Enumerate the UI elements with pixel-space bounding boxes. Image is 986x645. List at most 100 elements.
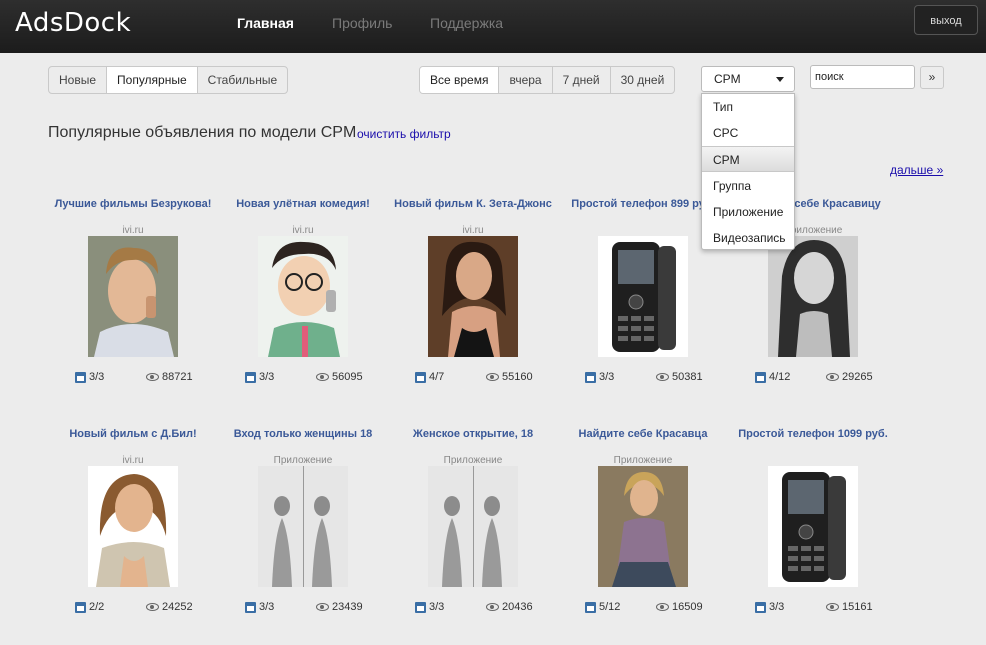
ad-image[interactable] [768, 236, 858, 357]
ad-views-value: 23439 [332, 601, 363, 613]
nav-home[interactable]: Главная [237, 15, 294, 31]
ad-image[interactable] [598, 236, 688, 357]
calendar-icon [415, 601, 426, 613]
chevron-down-icon [776, 77, 784, 82]
period-yesterday-button[interactable]: вчера [499, 67, 553, 93]
calendar-icon [755, 601, 766, 613]
eye-icon [656, 373, 669, 381]
ad-card[interactable]: Новая улётная комедия! ivi.ru 3/3 56095 [223, 198, 383, 413]
ad-count: 3/3 [585, 370, 614, 384]
ad-count-value: 3/3 [599, 371, 615, 383]
search-input[interactable] [810, 65, 915, 89]
eye-icon [826, 603, 839, 611]
period-30days-button[interactable]: 30 дней [611, 67, 675, 93]
calendar-icon [755, 371, 766, 383]
ad-views: 20436 [486, 600, 533, 614]
calendar-icon [585, 371, 596, 383]
ad-count: 4/7 [415, 370, 444, 384]
ad-source: ivi.ru [122, 455, 144, 466]
ad-title[interactable]: Найдите себе Красавца [563, 428, 723, 441]
ad-title[interactable]: Простой телефон 899 руб. [563, 198, 723, 211]
ad-card[interactable]: Найдите себе Красавца Приложение 5/12 16… [563, 428, 723, 643]
ad-title[interactable]: Простой телефон 1099 руб. [733, 428, 893, 441]
ad-card[interactable]: Женское открытие, 18 Приложение 3/3 2043… [393, 428, 553, 643]
sort-new-button[interactable]: Новые [49, 67, 108, 93]
sort-tabs: Новые Популярные Стабильные [48, 66, 289, 94]
period-tabs: Все время вчера 7 дней 30 дней [419, 66, 676, 94]
model-select[interactable]: CPM [701, 66, 795, 92]
ad-title[interactable]: Новая улётная комедия! [223, 198, 383, 211]
next-page-link[interactable]: дальше » [890, 163, 943, 177]
ad-title[interactable]: Новый фильм с Д.Бил! [53, 428, 213, 441]
ad-card[interactable]: Простой телефон 1099 руб. 3/3 15161 [733, 428, 893, 643]
ad-image[interactable] [428, 236, 518, 357]
ad-card[interactable]: Лучшие фильмы Безрукова! ivi.ru 3/3 8872… [53, 198, 213, 413]
clear-filter-link[interactable]: очистить фильтр [357, 127, 451, 141]
ad-title[interactable]: Лучшие фильмы Безрукова! [53, 198, 213, 211]
eye-icon [316, 603, 329, 611]
model-option-app[interactable]: Приложение [702, 199, 794, 225]
ad-image[interactable] [258, 466, 348, 587]
model-option-cpm[interactable]: CPM [702, 146, 794, 172]
ad-views-value: 20436 [502, 601, 533, 613]
search-button[interactable]: » [920, 66, 944, 89]
ad-views: 24252 [146, 600, 193, 614]
ad-views-value: 24252 [162, 601, 193, 613]
ad-count-value: 5/12 [599, 601, 621, 613]
model-option-type[interactable]: Тип [702, 94, 794, 120]
ad-count-value: 2/2 [89, 601, 105, 613]
ad-count: 3/3 [75, 370, 104, 384]
nav-profile[interactable]: Профиль [332, 15, 392, 31]
ad-views: 29265 [826, 370, 873, 384]
ad-source: Приложение [443, 455, 503, 466]
ad-views: 50381 [656, 370, 703, 384]
ad-count-value: 4/12 [769, 371, 791, 383]
ad-count-value: 4/7 [429, 371, 445, 383]
ad-image[interactable] [88, 466, 178, 587]
model-dropdown-menu: Тип CPC CPM Группа Приложение Видеозапис… [701, 93, 795, 250]
ad-count-value: 3/3 [769, 601, 785, 613]
period-all-button[interactable]: Все время [420, 67, 500, 93]
ad-image[interactable] [88, 236, 178, 357]
ad-source: ivi.ru [122, 225, 144, 236]
eye-icon [146, 603, 159, 611]
ad-card[interactable]: Новый фильм с Д.Бил! ivi.ru 2/2 24252 [53, 428, 213, 643]
ad-image[interactable] [598, 466, 688, 587]
ad-views-value: 88721 [162, 371, 193, 383]
ad-count-value: 3/3 [259, 371, 275, 383]
eye-icon [146, 373, 159, 381]
ad-card[interactable]: Вход только женщины 18 Приложение 3/3 23… [223, 428, 383, 643]
model-option-cpc[interactable]: CPC [702, 120, 794, 146]
ad-count-value: 3/3 [429, 601, 445, 613]
sort-popular-button[interactable]: Популярные [107, 67, 198, 93]
nav-support[interactable]: Поддержка [430, 15, 503, 31]
ad-views: 16509 [656, 600, 703, 614]
ad-image[interactable] [258, 236, 348, 357]
eye-icon [316, 373, 329, 381]
calendar-icon [75, 601, 86, 613]
ad-title[interactable]: Новый фильм К. Зета-Джонс [393, 198, 553, 211]
ad-card[interactable]: Простой телефон 899 руб. 3/3 50381 [563, 198, 723, 413]
ad-title[interactable]: Женское открытие, 18 [393, 428, 553, 441]
ad-image[interactable] [428, 466, 518, 587]
ad-title[interactable]: Вход только женщины 18 [223, 428, 383, 441]
ad-count: 3/3 [245, 370, 274, 384]
ad-card[interactable]: Новый фильм К. Зета-Джонс ivi.ru 4/7 551… [393, 198, 553, 413]
brand-logo[interactable]: AdsDock [15, 8, 131, 38]
ad-image[interactable] [768, 466, 858, 587]
model-select-value: CPM [714, 72, 741, 86]
ad-count: 3/3 [245, 600, 274, 614]
model-option-video[interactable]: Видеозапись [702, 225, 794, 251]
calendar-icon [245, 601, 256, 613]
calendar-icon [75, 371, 86, 383]
calendar-icon [585, 601, 596, 613]
model-option-group[interactable]: Группа [702, 173, 794, 199]
logout-button[interactable]: выход [914, 5, 978, 35]
eye-icon [486, 603, 499, 611]
ad-views-value: 15161 [842, 601, 873, 613]
top-navbar: AdsDock Главная Профиль Поддержка выход [0, 0, 986, 53]
period-7days-button[interactable]: 7 дней [553, 67, 611, 93]
eye-icon [486, 373, 499, 381]
eye-icon [656, 603, 669, 611]
sort-stable-button[interactable]: Стабильные [198, 67, 287, 93]
